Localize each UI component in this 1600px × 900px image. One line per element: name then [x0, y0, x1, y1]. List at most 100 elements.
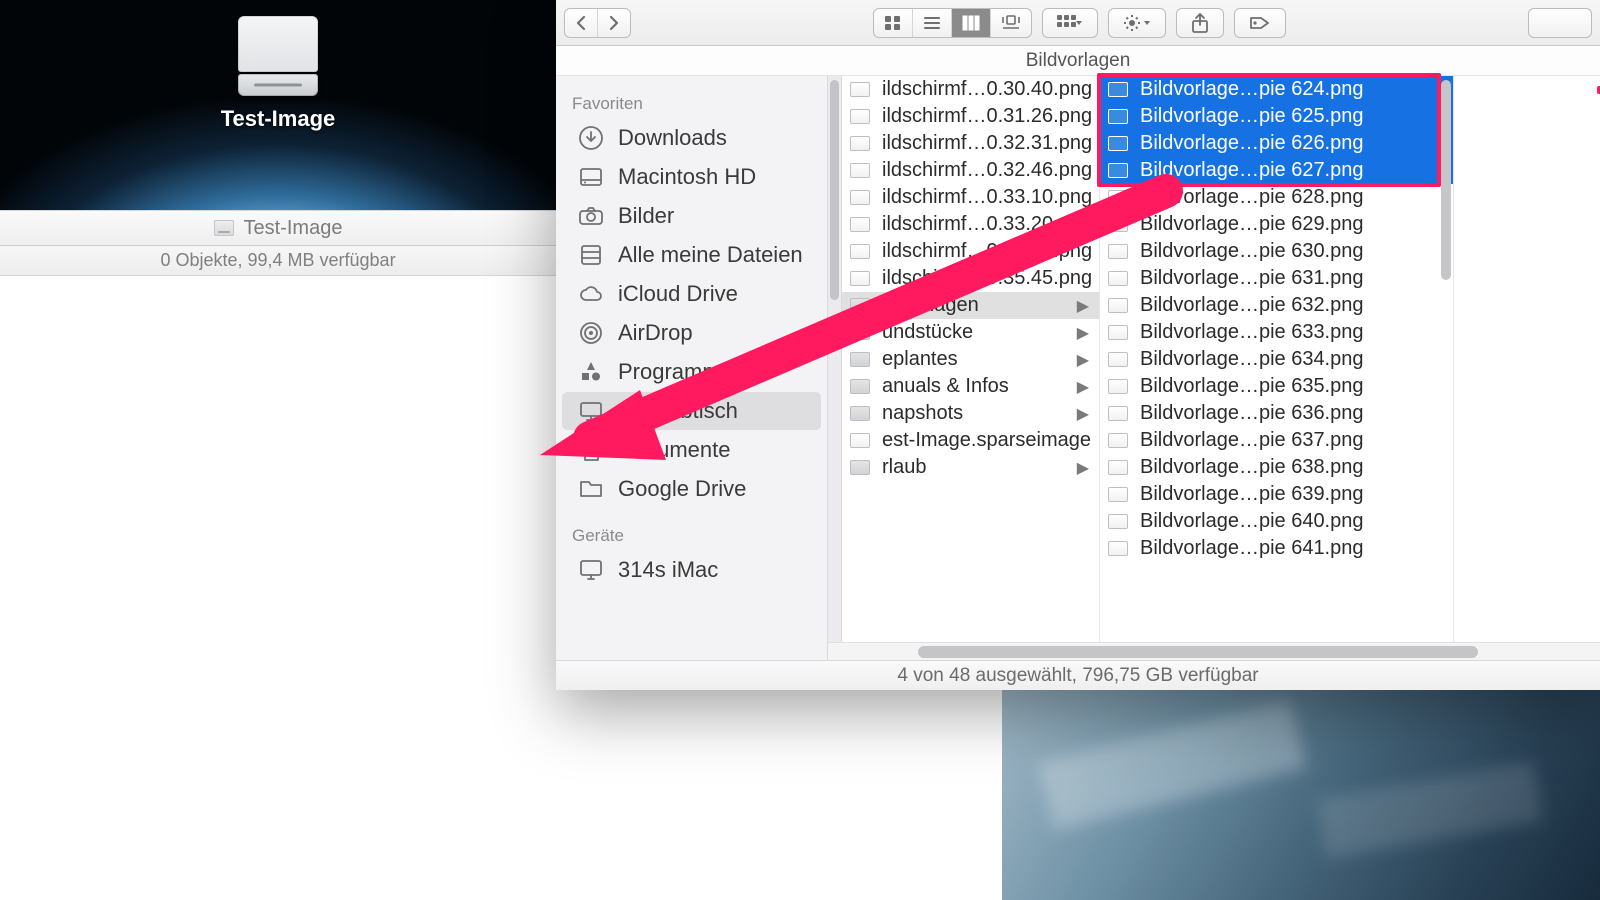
image-file-icon — [1108, 514, 1128, 529]
scrollbar-thumb[interactable] — [1441, 80, 1451, 280]
sidebar-item-airdrop[interactable]: AirDrop — [562, 314, 821, 352]
scrollbar-thumb[interactable] — [918, 646, 1478, 658]
action-button[interactable] — [1108, 8, 1166, 38]
file-row[interactable]: Bildvorlage…pie 630.png — [1100, 238, 1453, 265]
file-row[interactable]: Bildvorlage…pie 627.png — [1100, 157, 1453, 184]
tags-button[interactable] — [1234, 8, 1286, 38]
forward-button[interactable] — [598, 9, 630, 37]
row-label: ildschirmf…0.31.26.png — [882, 105, 1092, 128]
file-row[interactable]: Bildvorlage…pie 631.png — [1100, 265, 1453, 292]
file-row[interactable]: Bildvorlage…pie 626.png — [1100, 130, 1453, 157]
column-2[interactable]: Bildvorlage…pie 624.pngBildvorlage…pie 6… — [1100, 76, 1454, 660]
sidebar-section-favorites: Favoriten — [556, 86, 827, 118]
view-coverflow-button[interactable] — [991, 9, 1031, 37]
file-icon — [850, 109, 870, 124]
file-row[interactable]: Bildvorlage…pie 635.png — [1100, 373, 1453, 400]
file-icon — [850, 163, 870, 178]
view-icons-button[interactable] — [874, 9, 913, 37]
row-label: Bildvorlage…pie 630.png — [1140, 240, 1364, 263]
mini-finder-window: Test-Image 0 Objekte, 99,4 MB verfügbar — [0, 210, 556, 276]
row-label: Bildvorlage…pie 638.png — [1140, 456, 1364, 479]
column-1[interactable]: ildschirmf…0.30.40.pngildschirmf…0.31.26… — [842, 76, 1100, 660]
apps-icon — [578, 359, 604, 385]
file-row[interactable]: Bildvorlage…pie 639.png — [1100, 481, 1453, 508]
file-row[interactable]: Bildvorlage…pie 641.png — [1100, 535, 1453, 562]
sidebar-scrollbar[interactable] — [828, 76, 842, 660]
status-bar: 4 von 48 ausgewählt, 796,75 GB verfügbar — [556, 660, 1600, 690]
row-label: napshots — [882, 402, 963, 425]
arrange-button[interactable] — [1042, 8, 1098, 38]
file-row[interactable]: Bildvorlage…pie 634.png — [1100, 346, 1453, 373]
sidebar-item-314s-imac[interactable]: 314s iMac — [562, 551, 821, 589]
sidebar-item-schreibtisch[interactable]: Schreibtisch — [562, 392, 821, 430]
row-label: Bildvorlage…pie 633.png — [1140, 321, 1364, 344]
chevron-right-icon: ▶ — [1077, 323, 1089, 343]
folder-row[interactable]: undstücke ▶ — [842, 319, 1099, 346]
folder-row[interactable]: anuals & Infos ▶ — [842, 373, 1099, 400]
view-list-button[interactable] — [913, 9, 952, 37]
hdd-icon — [578, 164, 604, 190]
folder-row[interactable]: ildvorlagen▶ — [842, 292, 1099, 319]
row-label: ildschirmf…0.32.31.png — [882, 132, 1092, 155]
sidebar-item-dokumente[interactable]: Dokumente — [562, 431, 821, 469]
camera-icon — [578, 203, 604, 229]
row-label: Bildvorlage…pie 628.png — [1140, 186, 1364, 209]
row-label: Bildvorlage…pie 625.png — [1140, 105, 1364, 128]
share-button[interactable] — [1176, 8, 1224, 38]
column-2-scrollbar[interactable] — [1439, 76, 1453, 650]
file-row[interactable]: Bildvorlage…pie 633.png — [1100, 319, 1453, 346]
file-row[interactable]: Bildvorlage…pie 636.png — [1100, 400, 1453, 427]
image-file-icon — [1108, 325, 1128, 340]
file-row[interactable]: ildschirmf…0.32.31.png — [842, 130, 1099, 157]
image-file-icon — [1108, 244, 1128, 259]
file-row[interactable]: Bildvorlage…pie 629.png — [1100, 211, 1453, 238]
file-row[interactable]: ildschirmf…0.33.10.png — [842, 184, 1099, 211]
horizontal-scrollbar[interactable] — [828, 642, 1600, 660]
sidebar-item-icloud-drive[interactable]: iCloud Drive — [562, 275, 821, 313]
folder-icon — [850, 325, 870, 340]
file-row[interactable]: Bildvorlage…pie 625.png — [1100, 103, 1453, 130]
sidebar-item-label: iCloud Drive — [618, 281, 738, 307]
file-icon — [850, 244, 870, 259]
sidebar-item-alle-meine-dateien[interactable]: Alle meine Dateien — [562, 236, 821, 274]
file-row[interactable]: ildschirmf…0.33.20.png — [842, 211, 1099, 238]
file-row[interactable]: Bildvorlage…pie 637.png — [1100, 427, 1453, 454]
folder-icon — [850, 352, 870, 367]
file-row[interactable]: ildschirmf…0.31.26.png — [842, 103, 1099, 130]
back-button[interactable] — [565, 9, 598, 37]
row-label: anuals & Infos — [882, 375, 1009, 398]
image-file-icon — [1108, 406, 1128, 421]
sidebar-item-bilder[interactable]: Bilder — [562, 197, 821, 235]
row-label: undstücke — [882, 321, 973, 344]
sidebar-item-macintosh-hd[interactable]: Macintosh HD — [562, 158, 821, 196]
file-row[interactable]: Bildvorlage…pie 628.png — [1100, 184, 1453, 211]
file-row[interactable]: ildschirmf…0.35.45.png — [842, 265, 1099, 292]
sidebar-item-label: Downloads — [618, 125, 727, 151]
view-columns-button[interactable] — [952, 9, 991, 37]
chevron-right-icon: ▶ — [1077, 377, 1089, 397]
file-row[interactable]: ildschirmf…0.34.41.png — [842, 238, 1099, 265]
folder-row[interactable]: eplantes▶ — [842, 346, 1099, 373]
folder-icon — [850, 460, 870, 475]
scrollbar-thumb[interactable] — [830, 80, 839, 300]
desktop-drive-icon[interactable]: Test-Image — [221, 16, 336, 132]
file-row[interactable]: Bildvorlage…pie 632.png — [1100, 292, 1453, 319]
file-row[interactable]: Bildvorlage…pie 624.png — [1100, 76, 1453, 103]
chevron-right-icon: ▶ — [1077, 350, 1089, 370]
toolbar-right-pill[interactable] — [1528, 8, 1592, 38]
sidebar-item-label: Dokumente — [618, 437, 731, 463]
sidebar-item-programme[interactable]: Programme — [562, 353, 821, 391]
file-row[interactable]: ildschirmf…0.32.46.png — [842, 157, 1099, 184]
mini-window-titlebar[interactable]: Test-Image — [0, 210, 556, 246]
mini-window-body[interactable] — [0, 276, 556, 900]
file-row[interactable]: Bildvorlage…pie 638.png — [1100, 454, 1453, 481]
file-row[interactable]: ildschirmf…0.30.40.png — [842, 76, 1099, 103]
file-row[interactable]: Bildvorlage…pie 640.png — [1100, 508, 1453, 535]
sidebar-item-downloads[interactable]: Downloads — [562, 119, 821, 157]
disk-icon — [214, 220, 234, 236]
file-row[interactable]: est-Image.sparseimage — [842, 427, 1099, 454]
folder-row[interactable]: rlaub▶ — [842, 454, 1099, 481]
imac-icon — [578, 557, 604, 583]
sidebar-item-google-drive[interactable]: Google Drive — [562, 470, 821, 508]
folder-row[interactable]: napshots▶ — [842, 400, 1099, 427]
